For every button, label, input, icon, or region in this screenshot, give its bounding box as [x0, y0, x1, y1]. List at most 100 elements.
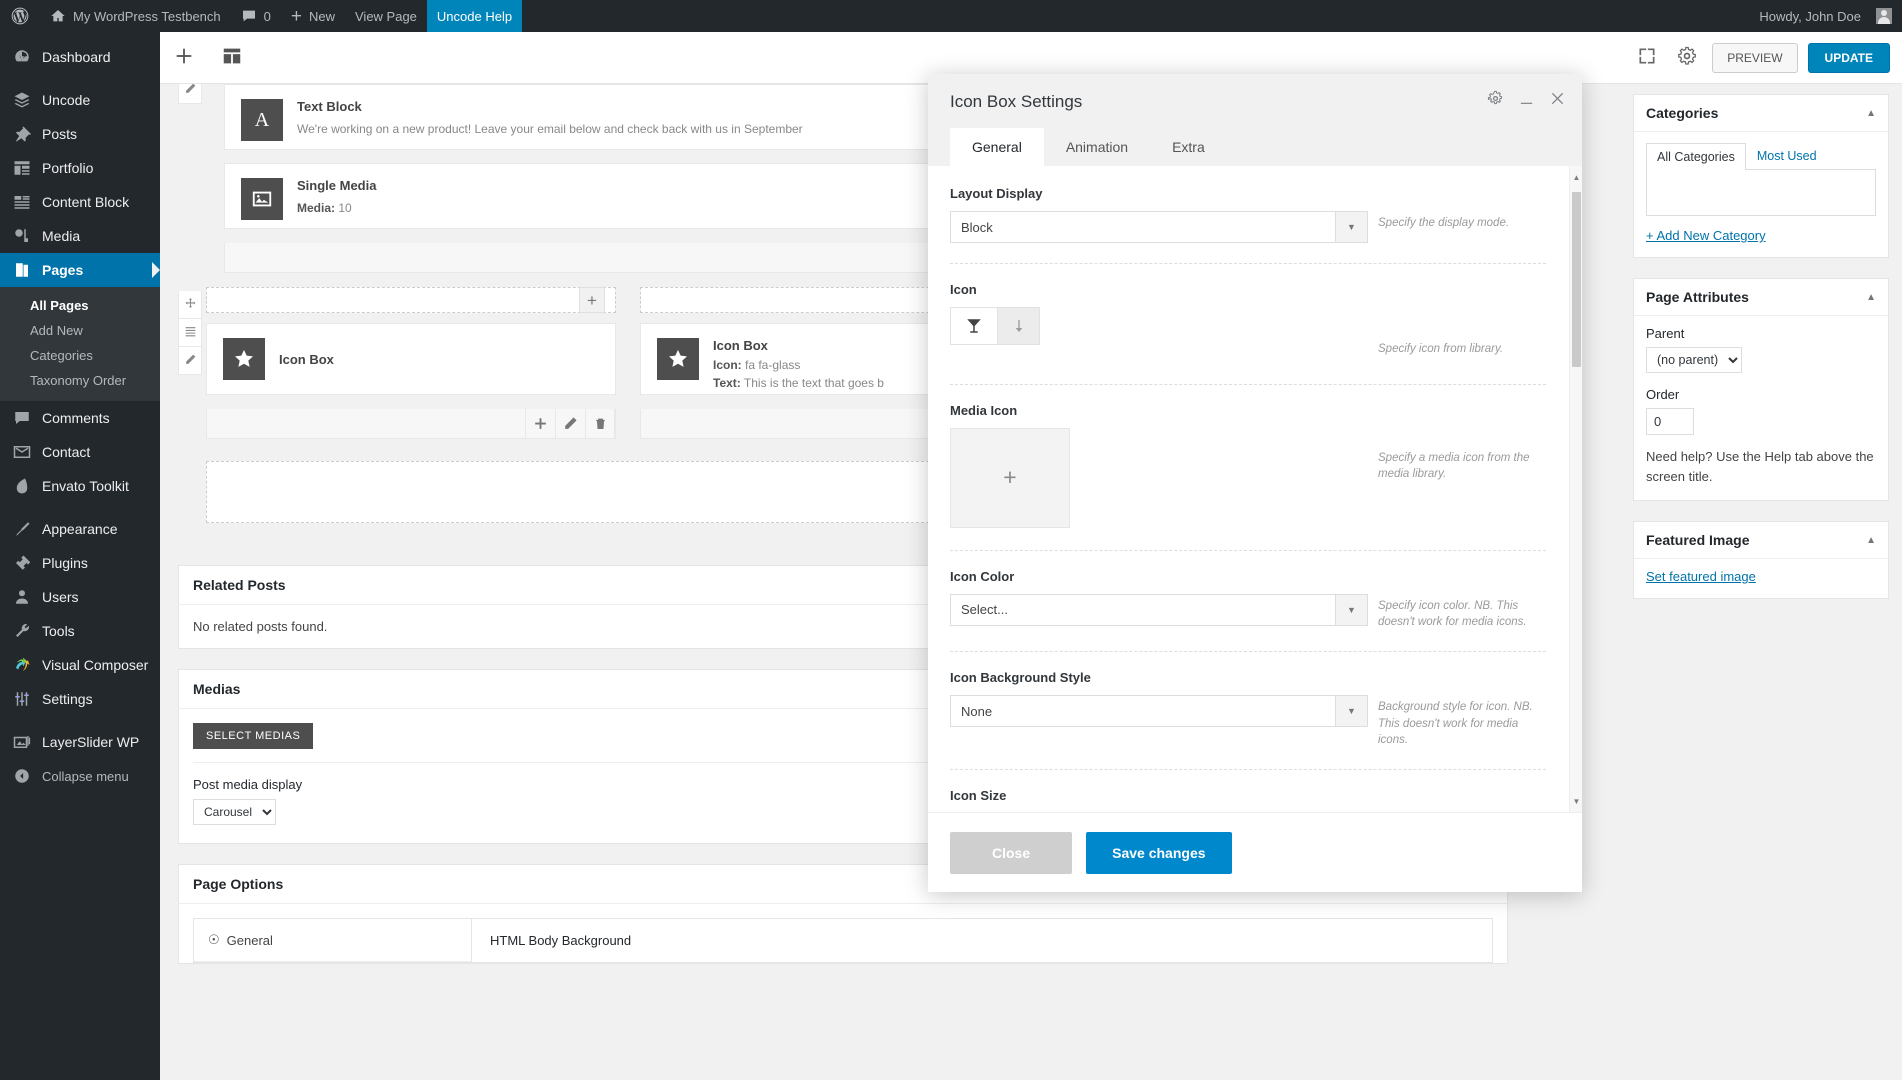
- sidebar-label: Posts: [42, 126, 78, 142]
- media-icon-upload[interactable]: +: [950, 427, 1070, 528]
- element-desc: We're working on a new product! Leave yo…: [297, 122, 803, 136]
- save-changes-button[interactable]: Save changes: [1086, 831, 1232, 874]
- sidebar-item-settings[interactable]: Settings: [0, 682, 160, 716]
- set-featured-image-link[interactable]: Set featured image: [1646, 569, 1756, 584]
- sidebar-item-comments[interactable]: Comments: [0, 401, 160, 435]
- add-element-button[interactable]: [160, 32, 208, 84]
- sidebar-label: Envato Toolkit: [42, 478, 129, 494]
- field-description: Specify a media icon from the media libr…: [1378, 451, 1530, 481]
- wordpress-logo-icon[interactable]: [0, 0, 40, 32]
- page-options-tab-general[interactable]: ☉ General: [194, 919, 471, 962]
- sidebar-item-contact[interactable]: Contact: [0, 435, 160, 469]
- add-button[interactable]: [525, 409, 555, 438]
- minimize-icon[interactable]: [1518, 90, 1535, 110]
- submenu-all-pages[interactable]: All Pages: [0, 293, 160, 318]
- box-header[interactable]: Page Attributes ▲: [1634, 279, 1888, 316]
- sidebar-label: Comments: [42, 410, 110, 426]
- sidebar-item-plugins[interactable]: Plugins: [0, 546, 160, 580]
- element-title: Icon Box: [713, 338, 768, 353]
- sidebar-item-envato-toolkit[interactable]: Envato Toolkit: [0, 469, 160, 503]
- editor-settings-button[interactable]: [1672, 39, 1702, 77]
- element-desc-label: Media:: [297, 201, 336, 215]
- add-new-category-link[interactable]: + Add New Category: [1646, 228, 1766, 243]
- menu-separator: [0, 503, 160, 512]
- new-content-menu[interactable]: + New: [281, 0, 345, 32]
- close-icon[interactable]: [1549, 90, 1566, 110]
- grid-handle[interactable]: [178, 319, 202, 347]
- account-menu[interactable]: Howdy, John Doe: [1749, 0, 1902, 32]
- preview-button[interactable]: PREVIEW: [1712, 42, 1798, 73]
- sidebar-item-posts[interactable]: Posts: [0, 117, 160, 151]
- sidebar-item-uncode[interactable]: Uncode: [0, 83, 160, 117]
- tab-extra[interactable]: Extra: [1150, 128, 1227, 166]
- sidebar-label: Uncode: [42, 92, 91, 108]
- row-edit-handle[interactable]: [178, 84, 202, 104]
- edit-button[interactable]: [555, 409, 585, 438]
- tab-general[interactable]: General: [950, 128, 1044, 166]
- chevron-up-icon[interactable]: ▲: [1866, 108, 1876, 119]
- submenu-categories[interactable]: Categories: [0, 343, 160, 368]
- metabox-body: ☉ General HTML Body Background: [179, 904, 1507, 963]
- close-button[interactable]: Close: [950, 831, 1073, 874]
- new-label: New: [308, 8, 335, 24]
- gear-icon: [1677, 46, 1697, 69]
- delete-button[interactable]: [585, 409, 615, 438]
- sidebar-item-appearance[interactable]: Appearance: [0, 512, 160, 546]
- sidebar-item-layerslider-wp[interactable]: LayerSlider WP: [0, 725, 160, 759]
- pin-icon: [12, 125, 32, 143]
- icon-picker[interactable]: [950, 307, 1368, 345]
- column-add-bar-left[interactable]: +: [206, 287, 616, 313]
- tab-most-used[interactable]: Most Used: [1746, 142, 1828, 169]
- sidebar-item-tools[interactable]: Tools: [0, 614, 160, 648]
- scroll-down-arrow[interactable]: ▼: [1570, 794, 1582, 808]
- view-page-link[interactable]: View Page: [345, 0, 427, 32]
- field-icon-size: Icon Size: [950, 788, 1546, 803]
- sidebar-item-portfolio[interactable]: Portfolio: [0, 151, 160, 185]
- glass-icon[interactable]: [950, 307, 998, 345]
- howdy-item[interactable]: Howdy, John Doe: [1749, 0, 1902, 32]
- layout-display-select[interactable]: Block ▼: [950, 211, 1368, 243]
- box-header[interactable]: Featured Image ▲: [1634, 522, 1888, 559]
- tab-all-categories[interactable]: All Categories: [1646, 143, 1746, 170]
- icon-background-style-select[interactable]: None ▼: [950, 695, 1368, 728]
- sidebar-item-collapse-menu[interactable]: Collapse menu: [0, 759, 160, 793]
- sidebar-item-visual-composer[interactable]: Visual Composer: [0, 648, 160, 682]
- icon-color-select[interactable]: Select... ▼: [950, 593, 1368, 626]
- fullscreen-button[interactable]: [1632, 39, 1662, 77]
- submenu-taxonomy-order[interactable]: Taxonomy Order: [0, 368, 160, 393]
- post-media-display-select[interactable]: Carousel: [193, 799, 276, 825]
- scrollbar-thumb[interactable]: [1572, 192, 1581, 367]
- templates-button[interactable]: [208, 32, 256, 84]
- metabox-title: Page Options: [193, 876, 284, 892]
- comments-bubble[interactable]: 0: [231, 0, 281, 32]
- uncode-help-link[interactable]: Uncode Help: [426, 0, 523, 32]
- plus-icon[interactable]: +: [579, 287, 605, 313]
- sidebar-item-media[interactable]: Media: [0, 219, 160, 253]
- site-name-menu[interactable]: My WordPress Testbench: [40, 0, 231, 32]
- scroll-up-arrow[interactable]: ▲: [1570, 170, 1582, 184]
- sidebar-item-content-block[interactable]: Content Block: [0, 185, 160, 219]
- box-header[interactable]: Categories ▲: [1634, 95, 1888, 132]
- chevron-up-icon[interactable]: ▲: [1866, 535, 1876, 546]
- order-input[interactable]: [1646, 408, 1694, 435]
- category-checklist[interactable]: [1646, 169, 1876, 216]
- select-medias-button[interactable]: SELECT MEDIAS: [193, 723, 314, 749]
- tab-animation[interactable]: Animation: [1044, 128, 1150, 166]
- row2-edit-handle[interactable]: [178, 347, 202, 375]
- sidebar-item-users[interactable]: Users: [0, 580, 160, 614]
- modal-window-controls: [1487, 90, 1566, 110]
- submenu-add-new[interactable]: Add New: [0, 318, 160, 343]
- sidebar-label: Contact: [42, 444, 91, 460]
- element-icon-box-left[interactable]: Icon Box: [206, 323, 616, 395]
- update-button[interactable]: UPDATE: [1807, 42, 1890, 73]
- sidebar-item-pages[interactable]: Pages: [0, 253, 160, 287]
- sidebar-item-dashboard[interactable]: Dashboard: [0, 40, 160, 74]
- modal-scrollbar[interactable]: ▲ ▼: [1569, 166, 1582, 812]
- parent-select[interactable]: (no parent): [1646, 347, 1742, 373]
- field-label: Icon Color: [950, 568, 1015, 584]
- move-handle[interactable]: [178, 291, 202, 319]
- chevron-up-icon[interactable]: ▲: [1866, 292, 1876, 303]
- icon-box-settings-modal: Icon Box Settings General Animation Extr…: [928, 74, 1582, 892]
- arrow-down-icon[interactable]: [998, 307, 1040, 345]
- gear-icon[interactable]: [1487, 90, 1504, 110]
